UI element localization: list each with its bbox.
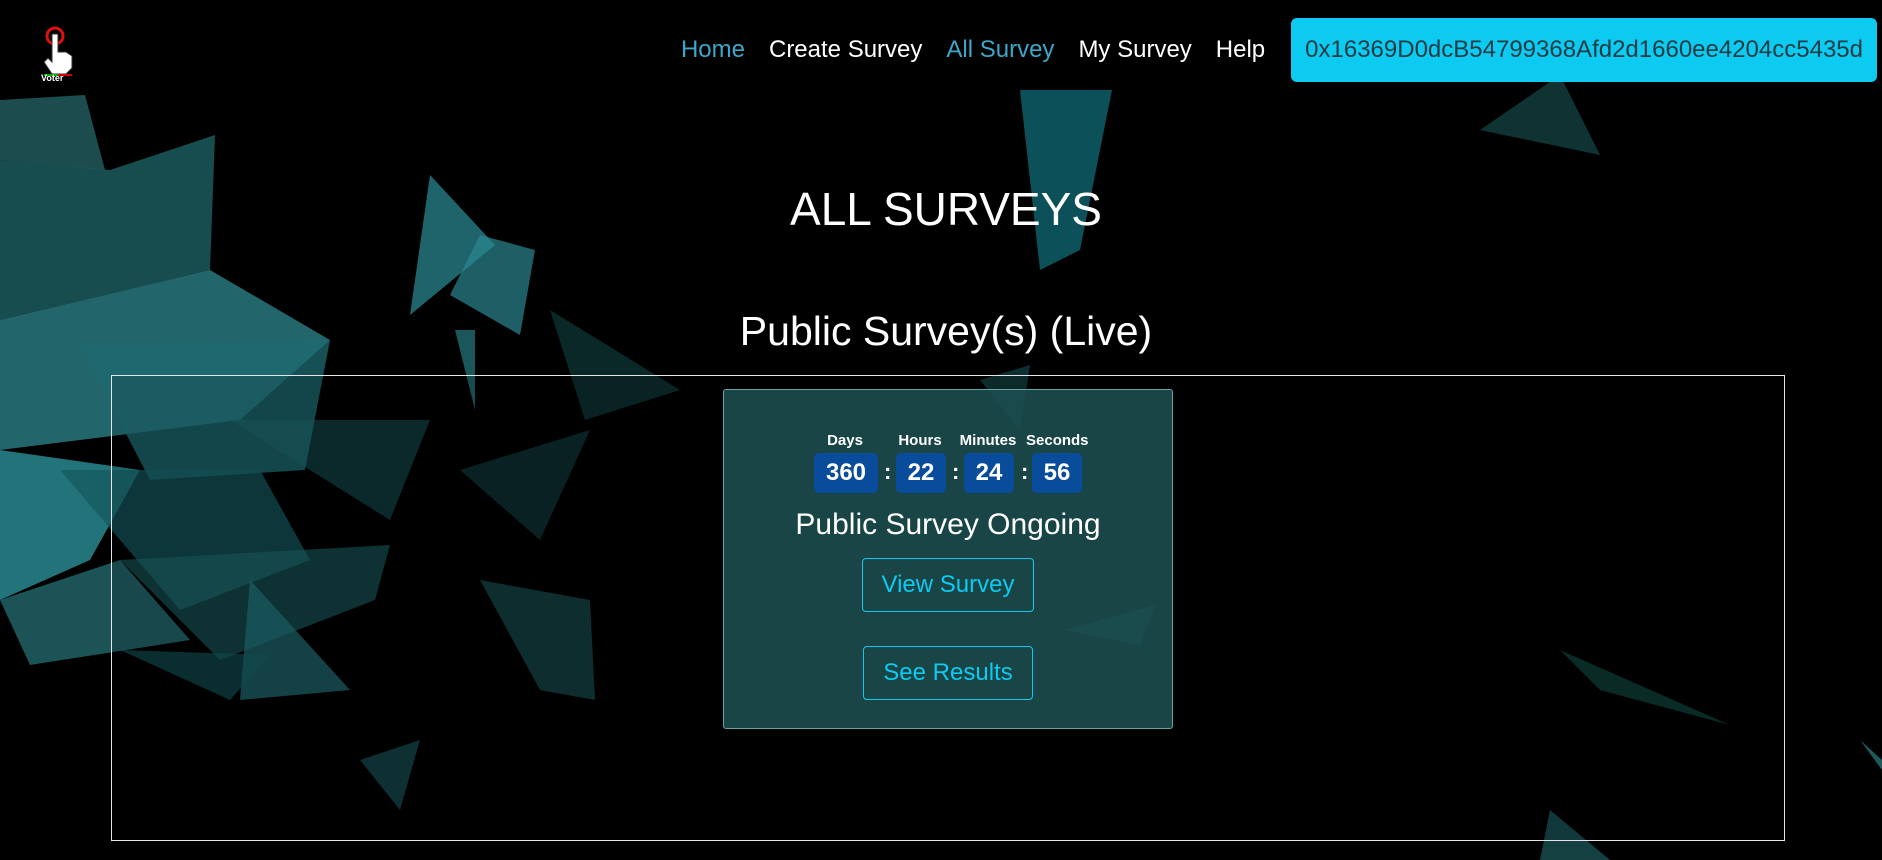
top-nav: Home Create Survey All Survey My Survey … (657, 18, 1877, 82)
countdown-separator: : (1021, 459, 1029, 484)
survey-status: Public Survey Ongoing (795, 508, 1101, 541)
hours-value: 22 (896, 453, 946, 493)
page-title: ALL SURVEYS (790, 183, 1102, 235)
section-title: Public Survey(s) (Live) (739, 308, 1153, 354)
wallet-address-button[interactable]: 0x16369D0dcB54799368Afd2d1660ee4204cc543… (1291, 18, 1877, 82)
nav-home[interactable]: Home (681, 36, 745, 64)
seconds-value: 56 (1032, 453, 1082, 493)
nav-help[interactable]: Help (1216, 36, 1265, 64)
hours-label: Hours (898, 432, 942, 449)
days-value: 360 (814, 453, 878, 493)
nav-create-survey[interactable]: Create Survey (769, 36, 922, 64)
seconds-label: Seconds (1026, 432, 1089, 449)
logo-text: Voter (41, 73, 64, 83)
survey-card: Days Hours Minutes Seconds 360 : 22 : 24… (723, 389, 1173, 729)
nav-all-survey[interactable]: All Survey (946, 36, 1054, 64)
minutes-value: 24 (964, 453, 1014, 493)
days-label: Days (827, 432, 863, 449)
see-results-button[interactable]: See Results (863, 646, 1033, 700)
countdown-separator: : (884, 459, 892, 484)
countdown-separator: : (952, 459, 960, 484)
view-survey-button[interactable]: View Survey (862, 558, 1034, 612)
minutes-label: Minutes (959, 432, 1017, 449)
nav-my-survey[interactable]: My Survey (1078, 36, 1191, 64)
voter-logo[interactable]: Voter (36, 22, 80, 84)
